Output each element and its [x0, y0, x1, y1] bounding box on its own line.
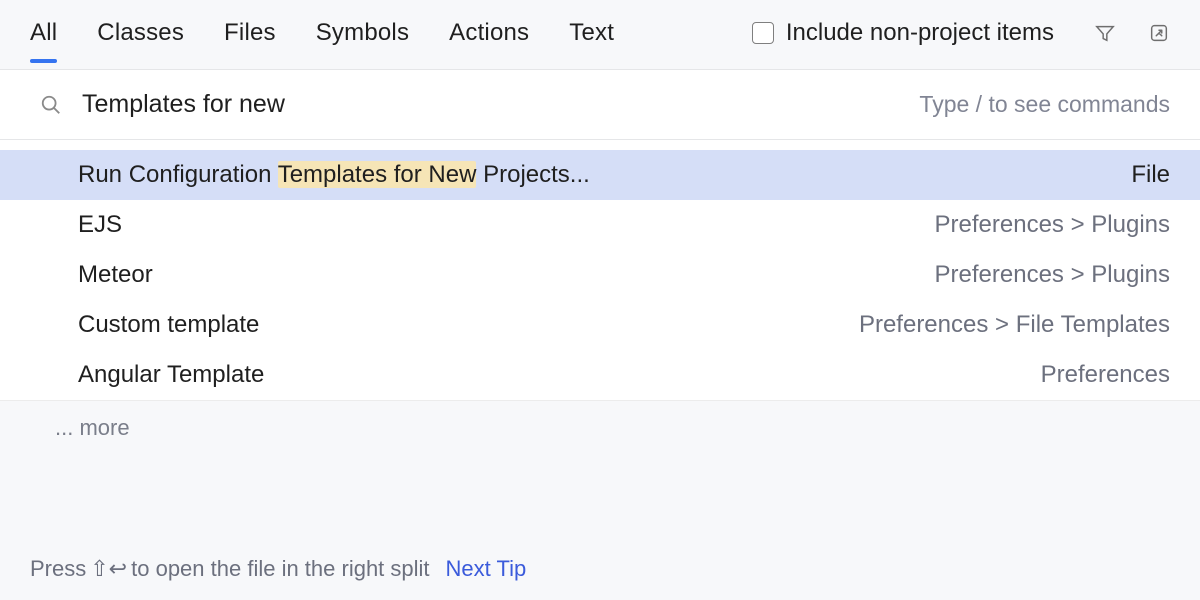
result-label: Run Configuration Templates for New Proj… [78, 160, 1131, 190]
result-label: Custom template [78, 310, 859, 340]
result-label: Meteor [78, 260, 935, 290]
result-location: Preferences > File Templates [859, 310, 1170, 340]
results-list: Run Configuration Templates for New Proj… [0, 140, 1200, 401]
pin-icon[interactable] [1148, 22, 1170, 58]
tabs-bar: All Classes Files Symbols Actions Text Includ… [0, 0, 1200, 70]
shortcut-glyph: ⇧↩ [90, 556, 127, 582]
checkbox-icon[interactable] [752, 22, 774, 44]
footer-text-pre: Press [30, 556, 86, 582]
footer-text-post: to open the file in the right split [131, 556, 429, 582]
result-location: Preferences > Plugins [935, 210, 1170, 240]
include-non-project[interactable]: Include non-project items [752, 19, 1054, 61]
search-icon [40, 94, 62, 116]
tab-symbols[interactable]: Symbols [316, 19, 409, 61]
tab-actions[interactable]: Actions [449, 19, 529, 61]
result-row[interactable]: Run Configuration Templates for New Proj… [0, 150, 1200, 200]
result-label: Angular Template [78, 360, 1041, 390]
result-location: File [1131, 160, 1170, 190]
more-results[interactable]: ... more [0, 401, 1200, 459]
result-row[interactable]: Custom templatePreferences > File Templa… [0, 300, 1200, 350]
result-location: Preferences [1041, 360, 1170, 390]
result-row[interactable]: MeteorPreferences > Plugins [0, 250, 1200, 300]
result-label: EJS [78, 210, 935, 240]
next-tip-link[interactable]: Next Tip [446, 556, 527, 582]
result-row[interactable]: Angular TemplatePreferences [0, 350, 1200, 400]
include-label: Include non-project items [786, 19, 1054, 47]
search-input[interactable] [82, 85, 919, 125]
tab-all[interactable]: All [30, 19, 57, 61]
tab-text[interactable]: Text [569, 19, 614, 61]
result-location: Preferences > Plugins [935, 260, 1170, 290]
result-row[interactable]: EJSPreferences > Plugins [0, 200, 1200, 250]
filter-icon[interactable] [1094, 22, 1116, 58]
tab-classes[interactable]: Classes [97, 19, 184, 61]
search-bar: Type / to see commands [0, 70, 1200, 140]
tab-files[interactable]: Files [224, 19, 276, 61]
search-hint: Type / to see commands [919, 91, 1170, 118]
footer-tip: Press ⇧↩ to open the file in the right s… [0, 542, 1200, 600]
